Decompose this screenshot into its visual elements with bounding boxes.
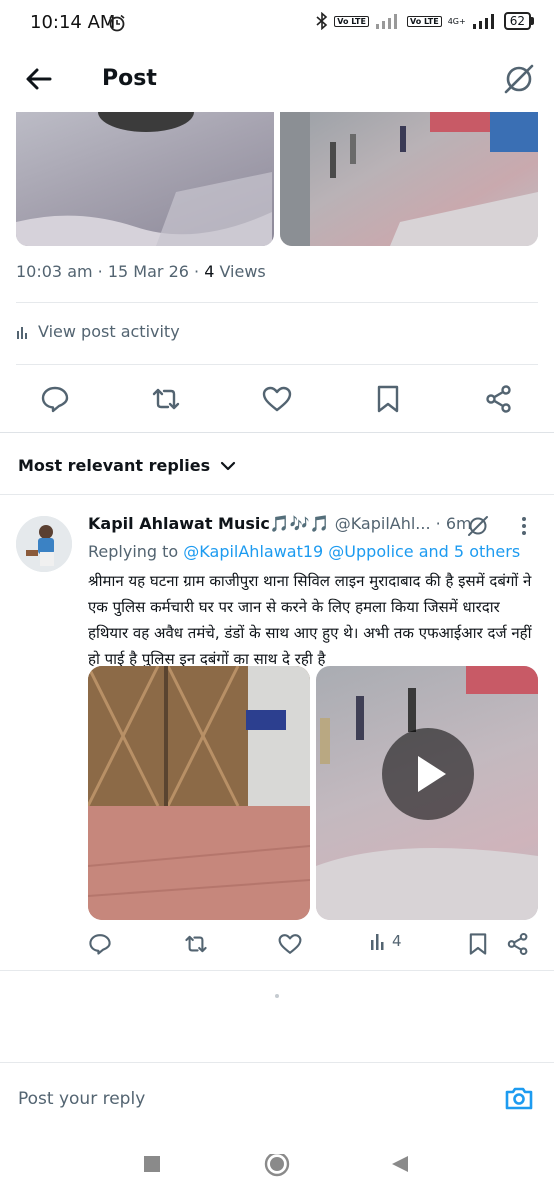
home-icon[interactable] (263, 1154, 291, 1182)
heart-icon[interactable] (278, 932, 302, 956)
divider (0, 970, 554, 971)
reply-author-handle[interactable]: @KapilAhl... (335, 514, 431, 533)
network-type: 4G+ (447, 16, 466, 26)
battery-level: 62 (503, 12, 531, 30)
view-post-activity[interactable]: View post activity (16, 322, 180, 341)
repost-icon[interactable] (184, 932, 208, 956)
reply-view-count: 4 (392, 932, 402, 950)
post-image-1[interactable] (16, 112, 274, 246)
status-bar: 10:14 AM Vo LTE Vo LTE 4G+ 62 (0, 0, 554, 48)
chevron-down-icon (221, 461, 236, 470)
pavement-image (16, 112, 272, 246)
post-view-count: 4 (204, 262, 215, 281)
bookmark-icon[interactable] (466, 932, 490, 956)
reply-video[interactable] (316, 666, 538, 920)
section-divider (0, 432, 554, 433)
reply-text: श्रीमान यह घटना ग्राम काजीपुरा थाना सिवि… (88, 572, 532, 668)
divider (16, 302, 538, 303)
post-actions (0, 380, 554, 420)
reply-image-gate[interactable] (88, 666, 310, 920)
arrow-left-icon[interactable] (22, 62, 56, 96)
reply-actions: 4 (88, 930, 538, 960)
signal-icon (375, 14, 397, 29)
replies-sort-dropdown[interactable]: Most relevant replies (18, 456, 236, 475)
camera-icon[interactable] (504, 1083, 534, 1113)
gate-image (88, 666, 310, 920)
reply-icon[interactable] (40, 384, 70, 414)
reply-media (88, 666, 538, 920)
heart-icon[interactable] (262, 384, 292, 414)
battery-indicator: 62 (503, 12, 534, 30)
post-timestamp: 10:03 am · 15 Mar 26 · (16, 262, 205, 281)
divider (16, 364, 538, 365)
analytics-icon (17, 326, 27, 339)
replying-to-link[interactable]: @KapilAhlawat19 @Uppolice and 5 others (183, 542, 520, 561)
avatar[interactable] (16, 516, 72, 572)
bluetooth-icon (316, 12, 328, 30)
post-metadata: 10:03 am · 15 Mar 26 · 4 Views (16, 262, 266, 281)
reply-input[interactable]: Post your reply (18, 1089, 145, 1109)
alarm-icon (109, 14, 125, 32)
bookmark-icon[interactable] (373, 384, 403, 414)
share-icon[interactable] (484, 384, 514, 414)
avatar-image (16, 516, 72, 572)
grok-icon[interactable] (466, 514, 490, 538)
loading-dot (275, 994, 279, 998)
view-post-activity-label: View post activity (38, 322, 180, 341)
reply-icon[interactable] (88, 932, 112, 956)
replies-sort-label: Most relevant replies (18, 456, 211, 475)
signal-icon-2 (472, 14, 494, 29)
status-time: 10:14 AM (30, 12, 116, 33)
replying-to: Replying to @KapilAhlawat19 @Uppolice an… (88, 542, 520, 561)
post-media (16, 112, 538, 246)
post-views-label: Views (214, 262, 266, 281)
system-nav-bar (0, 1136, 554, 1200)
reply-header: Kapil Ahlawat Music🎵🎶🎵 @KapilAhl... · 6m (88, 514, 538, 538)
play-icon[interactable] (382, 728, 474, 820)
top-app-bar: Post (0, 48, 554, 112)
grok-icon[interactable] (502, 62, 536, 96)
reply-composer: Post your reply (0, 1062, 554, 1136)
divider (0, 494, 554, 495)
replying-to-prefix: Replying to (88, 542, 184, 561)
page-title: Post (102, 66, 157, 91)
battery-tip (531, 17, 534, 25)
volte-badge: Vo LTE (334, 15, 369, 27)
volte-badge-2: Vo LTE (406, 15, 442, 27)
recents-icon[interactable] (142, 1154, 162, 1174)
more-options-icon[interactable] (514, 516, 534, 536)
analytics-icon (371, 934, 384, 950)
share-icon[interactable] (506, 932, 530, 956)
post-image-2[interactable] (280, 112, 538, 246)
reply-views[interactable]: 4 (370, 932, 402, 950)
repost-icon[interactable] (151, 384, 181, 414)
street-cctv-image (280, 112, 538, 246)
reply-author-name[interactable]: Kapil Ahlawat Music🎵🎶🎵 (88, 514, 330, 533)
back-icon[interactable] (390, 1154, 410, 1174)
